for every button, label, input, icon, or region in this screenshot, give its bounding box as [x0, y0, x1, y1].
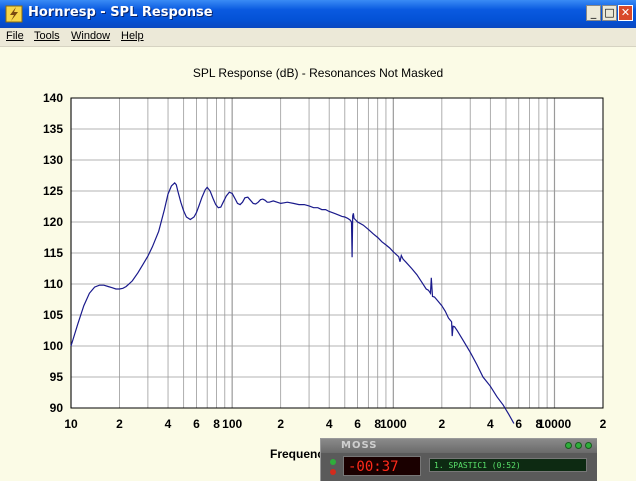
x-tick-label: 10 — [64, 417, 78, 431]
x-tick-label: 100 — [222, 417, 242, 431]
y-tick-label: 90 — [50, 401, 64, 415]
x-tick-label: 2 — [277, 417, 284, 431]
moss-track-display: 1. SPASTIC1 (0:52) — [429, 458, 587, 472]
x-tick-label: 1000 — [380, 417, 407, 431]
menu-file[interactable]: File — [6, 30, 24, 42]
moss-status-led-icon — [330, 459, 336, 465]
moss-close-icon[interactable] — [585, 442, 592, 449]
x-tick-label: 4 — [326, 417, 333, 431]
moss-header[interactable]: MOSS — [321, 439, 597, 453]
menu-help[interactable]: Help — [121, 30, 144, 42]
x-tick-label: 4 — [165, 417, 172, 431]
x-tick-label: 8 — [213, 417, 220, 431]
maximize-button[interactable]: □ — [602, 5, 617, 21]
spl-chart: 140135130125120115110105100959010 2 4 6 8 100… — [43, 91, 607, 431]
menu-window[interactable]: Window — [71, 30, 110, 42]
moss-player-window[interactable]: MOSS -00:37 1. SPASTIC1 (0:52) — [320, 438, 597, 481]
moss-logo: MOSS — [341, 440, 378, 451]
moss-record-led-icon — [330, 469, 336, 475]
moss-maximize-icon[interactable] — [575, 442, 582, 449]
x-tick-label: 2 — [438, 417, 445, 431]
menu-bar: File Tools Window Help — [0, 28, 636, 47]
y-tick-label: 125 — [43, 184, 63, 198]
window-title: Hornresp - SPL Response — [28, 5, 213, 20]
y-tick-label: 140 — [43, 91, 63, 105]
x-tick-label: 6 — [515, 417, 522, 431]
moss-time-display: -00:37 — [343, 456, 421, 476]
y-tick-label: 95 — [50, 370, 64, 384]
x-tick-label: 10000 — [538, 417, 572, 431]
y-tick-label: 100 — [43, 339, 63, 353]
x-tick-label: 2 — [600, 417, 607, 431]
y-tick-label: 115 — [44, 246, 64, 260]
y-tick-label: 135 — [43, 122, 63, 136]
lightning-icon — [5, 5, 23, 23]
title-bar: Hornresp - SPL Response _ □ ✕ — [0, 0, 636, 28]
x-axis-label: Frequenc — [270, 447, 325, 461]
x-tick-label: 2 — [116, 417, 123, 431]
y-tick-label: 130 — [43, 153, 63, 167]
x-tick-label: 6 — [193, 417, 200, 431]
y-tick-label: 120 — [43, 215, 63, 229]
y-tick-label: 105 — [43, 308, 63, 322]
x-tick-label: 6 — [354, 417, 361, 431]
x-tick-label: 4 — [487, 417, 494, 431]
close-button[interactable]: ✕ — [618, 5, 633, 21]
y-tick-label: 110 — [44, 277, 64, 291]
moss-minimize-icon[interactable] — [565, 442, 572, 449]
minimize-button[interactable]: _ — [586, 5, 601, 21]
menu-tools[interactable]: Tools — [34, 30, 60, 42]
